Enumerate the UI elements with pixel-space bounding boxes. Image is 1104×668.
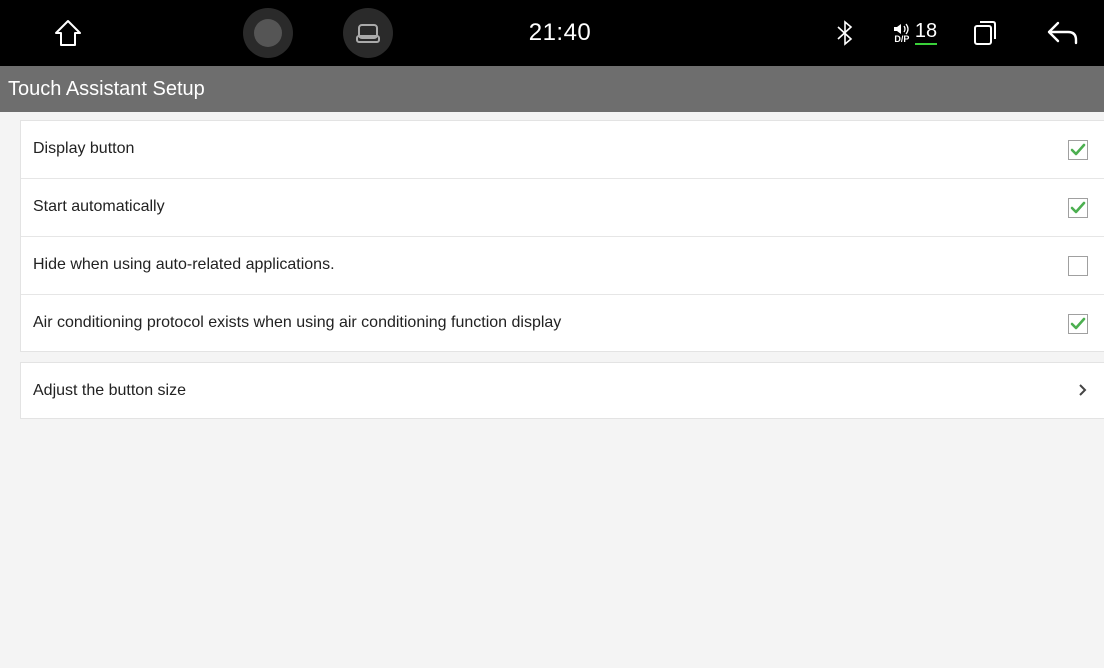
check-icon	[1070, 317, 1086, 330]
volume-indicator[interactable]: D/P 18	[880, 0, 950, 66]
status-bar: 21:40 D/P 18	[0, 0, 1104, 66]
back-icon[interactable]	[1036, 0, 1090, 66]
settings-list: Display button Start automatically Hide …	[20, 120, 1104, 352]
setting-display-button[interactable]: Display button	[21, 121, 1104, 179]
setting-label: Hide when using auto-related application…	[33, 256, 335, 273]
setting-label: Air conditioning protocol exists when us…	[33, 314, 562, 331]
volume-sublabel: D/P	[894, 33, 910, 44]
bluetooth-icon	[830, 0, 860, 66]
check-icon	[1070, 201, 1086, 214]
setting-start-automatically[interactable]: Start automatically	[21, 179, 1104, 237]
header: Touch Assistant Setup	[0, 66, 1104, 112]
home-icon[interactable]	[38, 0, 98, 66]
setting-air-conditioning[interactable]: Air conditioning protocol exists when us…	[21, 295, 1104, 353]
checkbox-checked[interactable]	[1068, 140, 1088, 160]
setting-hide-auto-apps[interactable]: Hide when using auto-related application…	[21, 237, 1104, 295]
volume-level: 18	[914, 21, 938, 45]
vehicle-app-icon[interactable]	[338, 0, 398, 66]
checkbox-checked[interactable]	[1068, 314, 1088, 334]
nav-item-label: Adjust the button size	[33, 382, 186, 399]
checkbox-checked[interactable]	[1068, 198, 1088, 218]
adjust-button-size-card: Adjust the button size	[20, 362, 1104, 419]
chevron-right-icon	[1078, 383, 1088, 402]
page-title: Touch Assistant Setup	[8, 78, 205, 100]
clock: 21:40	[528, 19, 592, 46]
app-shortcut-icon[interactable]	[238, 0, 298, 66]
setting-label: Start automatically	[33, 198, 165, 215]
setting-label: Display button	[33, 140, 135, 157]
adjust-button-size-item[interactable]: Adjust the button size	[21, 363, 1104, 418]
check-icon	[1070, 143, 1086, 156]
checkbox-unchecked[interactable]	[1068, 256, 1088, 276]
speaker-icon: D/P	[893, 23, 911, 44]
recents-icon[interactable]	[962, 0, 1008, 66]
